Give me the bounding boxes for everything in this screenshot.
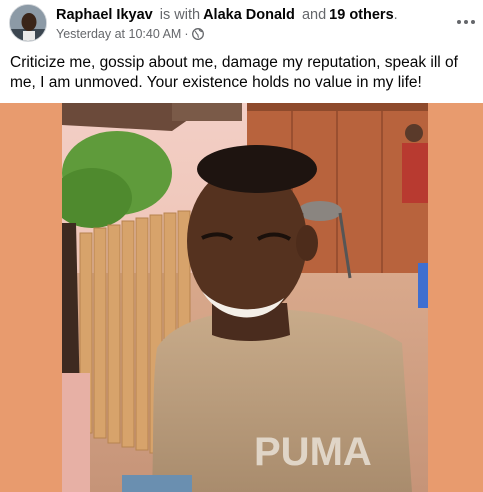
shirt-print: PUMA <box>254 430 372 474</box>
post-author-line: Raphael Ikyav is with Alaka Donald and 19 … <box>56 6 398 24</box>
author-name-link[interactable]: Raphael Ikyav <box>56 7 153 23</box>
more-options-icon[interactable] <box>452 12 480 32</box>
with-text: is with <box>159 7 201 23</box>
post-photo-container[interactable]: PUMA <box>0 103 483 492</box>
author-avatar[interactable] <box>9 4 47 42</box>
globe-icon[interactable] <box>191 28 204 40</box>
period-text: . <box>393 7 398 23</box>
post-timestamp[interactable]: Yesterday at 10:40 AM <box>56 26 181 42</box>
feed-post: Raphael Ikyav is with Alaka Donald and 19 … <box>0 0 483 492</box>
tagged-others-link[interactable]: 19 others <box>329 7 393 23</box>
post-caption: Criticize me, gossip about me, damage my… <box>10 54 458 91</box>
more-dot <box>457 20 461 24</box>
post-meta: Yesterday at 10:40 AM · <box>56 26 204 42</box>
more-dot <box>464 20 468 24</box>
and-text: and <box>301 7 327 23</box>
more-dot <box>471 20 475 24</box>
post-photo[interactable]: PUMA <box>62 103 428 492</box>
meta-separator: · <box>184 27 189 41</box>
tagged-person-link[interactable]: Alaka Donald <box>203 7 295 23</box>
post-header: Raphael Ikyav is with Alaka Donald and 19 … <box>0 0 483 48</box>
